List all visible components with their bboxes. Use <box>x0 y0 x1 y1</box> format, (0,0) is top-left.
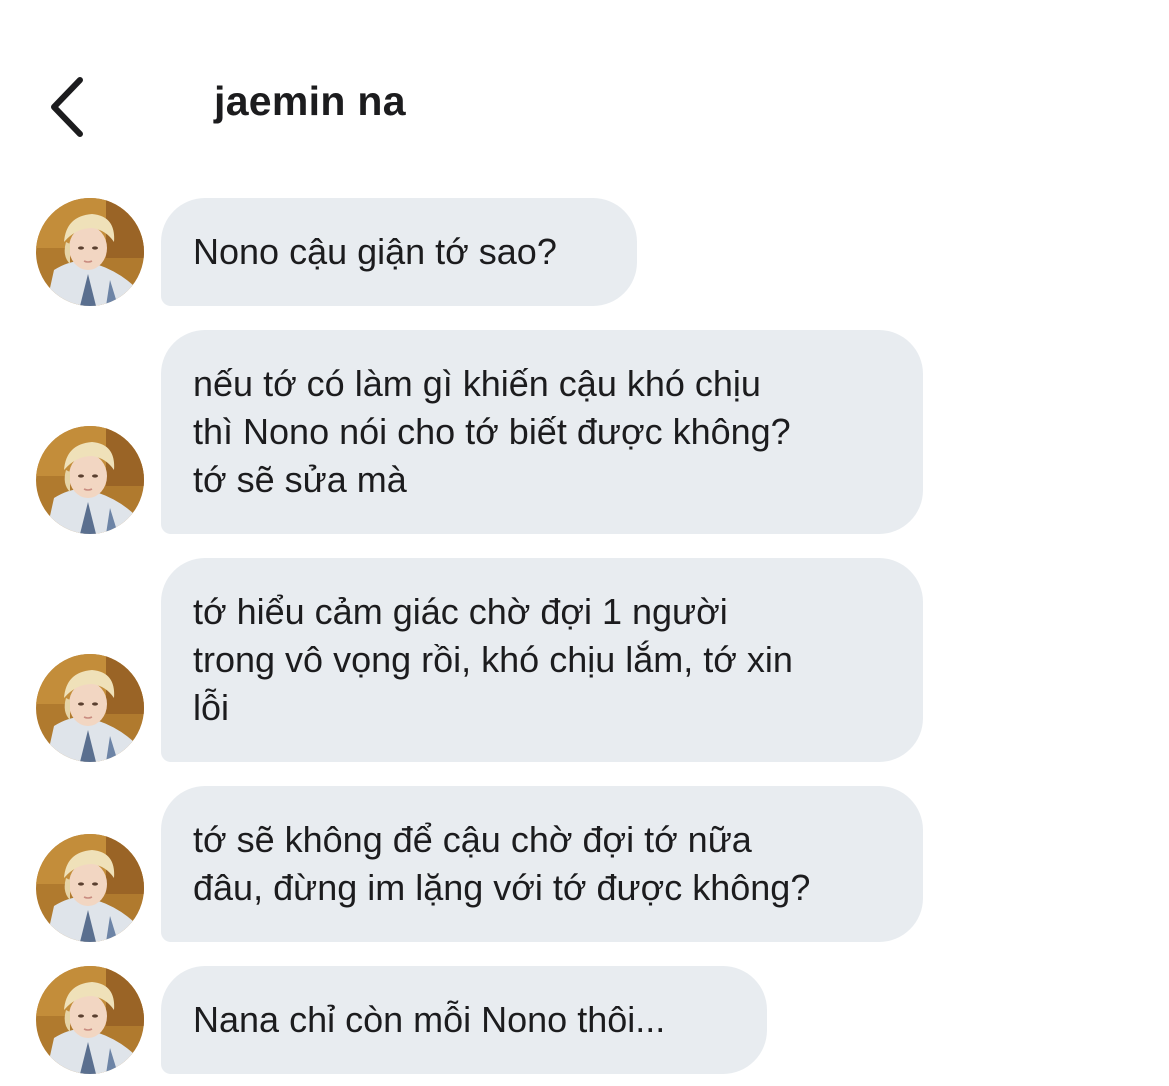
message-bubble[interactable]: tớ sẽ không để cậu chờ đợi tớ nữa đâu, đ… <box>161 786 923 942</box>
avatar[interactable] <box>36 654 144 762</box>
message-text: tớ hiểu cảm giác chờ đợi 1 người trong v… <box>193 591 793 728</box>
message-text: tớ sẽ không để cậu chờ đợi tớ nữa đâu, đ… <box>193 819 811 908</box>
profile-photo-icon <box>36 198 144 306</box>
message-text: Nono cậu giận tớ sao? <box>193 231 557 272</box>
message-text: Nana chỉ còn mỗi Nono thôi... <box>193 999 666 1040</box>
profile-photo-icon <box>36 426 144 534</box>
profile-photo-icon <box>36 834 144 942</box>
profile-photo-icon <box>36 654 144 762</box>
avatar[interactable] <box>36 834 144 942</box>
avatar[interactable] <box>36 426 144 534</box>
message-bubble[interactable]: Nono cậu giận tớ sao? <box>161 198 637 306</box>
message-text: nếu tớ có làm gì khiến cậu khó chịu thì … <box>193 363 791 500</box>
message-thread: Nono cậu giận tớ sao? nếu tớ có làm gì k… <box>0 0 1169 1086</box>
avatar[interactable] <box>36 966 144 1074</box>
avatar[interactable] <box>36 198 144 306</box>
message-bubble[interactable]: Nana chỉ còn mỗi Nono thôi... <box>161 966 767 1074</box>
message-bubble[interactable]: tớ hiểu cảm giác chờ đợi 1 người trong v… <box>161 558 923 762</box>
profile-photo-icon <box>36 966 144 1074</box>
message-bubble[interactable]: nếu tớ có làm gì khiến cậu khó chịu thì … <box>161 330 923 534</box>
